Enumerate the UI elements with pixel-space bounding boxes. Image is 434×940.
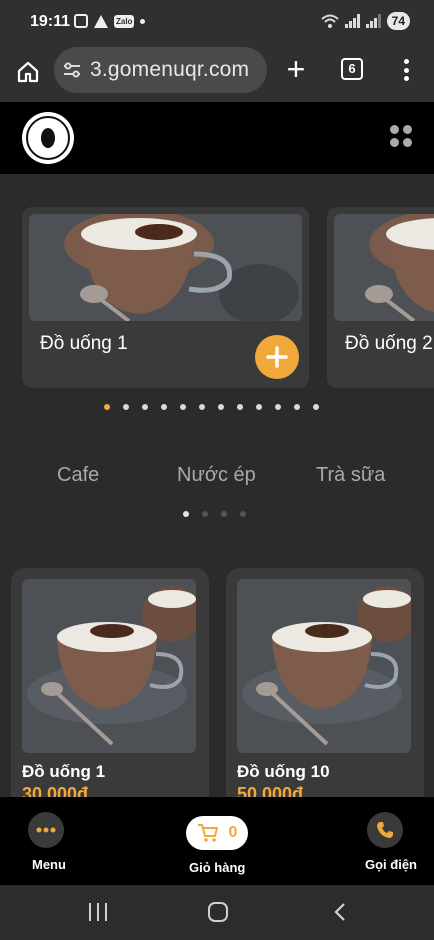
tab-tra-sua[interactable]: Trà sữa [316,464,385,487]
recents-button[interactable] [89,903,107,921]
pagination-dot[interactable] [123,404,129,410]
drink-image [29,214,302,321]
cart-icon [197,824,218,842]
product-price: 30.000đ [22,784,89,798]
pagination-dot[interactable] [275,404,281,410]
cart-button[interactable]: 0 [186,816,248,850]
signal-icon [344,14,360,28]
status-bar: 19:11 Zalo 74 [0,0,434,44]
carousel-slide[interactable]: Đồ uống 2 [327,207,434,388]
slide-label: Đồ uống 1 [40,333,128,354]
product-image [22,579,196,753]
pagination-dot[interactable] [142,404,148,410]
address-bar[interactable]: 3.gomenuqr.com [54,47,267,93]
home-icon [17,61,39,83]
product-card[interactable]: Đồ uống 10 50.000đ [226,568,424,798]
system-home-button[interactable] [208,902,228,922]
site-settings-button[interactable] [54,47,90,93]
home-button[interactable] [14,58,42,86]
phone-icon [377,822,393,838]
battery-badge: 74 [386,12,410,30]
call-button[interactable] [367,812,403,848]
zalo-icon: Zalo [114,14,135,28]
product-name: Đồ uống 1 [22,762,106,781]
pagination-dot[interactable] [202,511,208,517]
slide-label: Đồ uống 2 [345,333,433,354]
menu-label: Menu [32,857,66,872]
product-image [237,579,411,753]
system-status-icons: 74 [320,12,410,30]
tune-icon [64,62,80,78]
plus-icon [266,346,288,368]
coffee-bean-icon [26,116,70,160]
pagination-dot[interactable] [313,404,319,410]
pagination-dot[interactable] [104,404,110,410]
tab-switcher-button[interactable]: 6 [341,58,363,80]
carousel-slide[interactable]: Đồ uống 1 [22,207,309,388]
cart-label: Giỏ hàng [189,860,246,875]
drink-image [334,214,434,321]
status-time: 19:11 [30,13,71,30]
notification-icons: Zalo [74,14,146,28]
screenshot-icon [74,14,88,28]
pagination-dot[interactable] [294,404,300,410]
add-to-cart-button[interactable] [255,335,299,379]
category-pagination [183,511,246,517]
browser-toolbar: 3.gomenuqr.com + 6 [0,44,434,102]
more-dots-icon [36,827,56,833]
pagination-dot[interactable] [240,511,246,517]
pagination-dot[interactable] [199,404,205,410]
more-notifications-icon [140,18,146,24]
featured-carousel[interactable]: Đồ uống 1 Đồ uống 2 [0,207,434,391]
product-price: 50.000đ [237,784,304,798]
pagination-dot[interactable] [161,404,167,410]
carousel-pagination [104,404,319,410]
product-card[interactable]: Đồ uống 1 30.000đ [11,568,209,798]
site-header [0,102,434,174]
system-nav-bar [0,885,434,940]
product-grid: Đồ uống 1 30.000đ Đồ uống 10 50.000đ [0,568,434,798]
pagination-dot[interactable] [221,511,227,517]
pagination-dot[interactable] [180,404,186,410]
wifi-icon [320,14,339,28]
tab-cafe[interactable]: Cafe [57,464,99,487]
menu-button[interactable] [28,812,64,848]
signal-icon-2 [365,14,381,28]
category-tabs: Cafe Nước ép Trà sữa [0,464,434,494]
warning-icon [94,14,108,28]
pagination-dot[interactable] [237,404,243,410]
pagination-dot[interactable] [256,404,262,410]
cart-count: 0 [228,824,238,841]
call-label: Gọi điện [365,857,417,872]
new-tab-button[interactable]: + [282,53,310,85]
pagination-dot[interactable] [183,511,189,517]
back-icon [334,903,345,921]
back-button[interactable] [334,902,346,927]
pagination-dot[interactable] [218,404,224,410]
bottom-nav: Menu 0 Giỏ hàng Gọi điện [0,797,434,885]
tab-nuoc-ep[interactable]: Nước ép [177,464,256,487]
product-name: Đồ uống 10 [237,762,330,781]
shop-logo[interactable] [22,112,74,164]
browser-menu-button[interactable] [398,56,414,84]
url-text: 3.gomenuqr.com [90,58,250,81]
grid-menu-button[interactable] [390,125,412,147]
